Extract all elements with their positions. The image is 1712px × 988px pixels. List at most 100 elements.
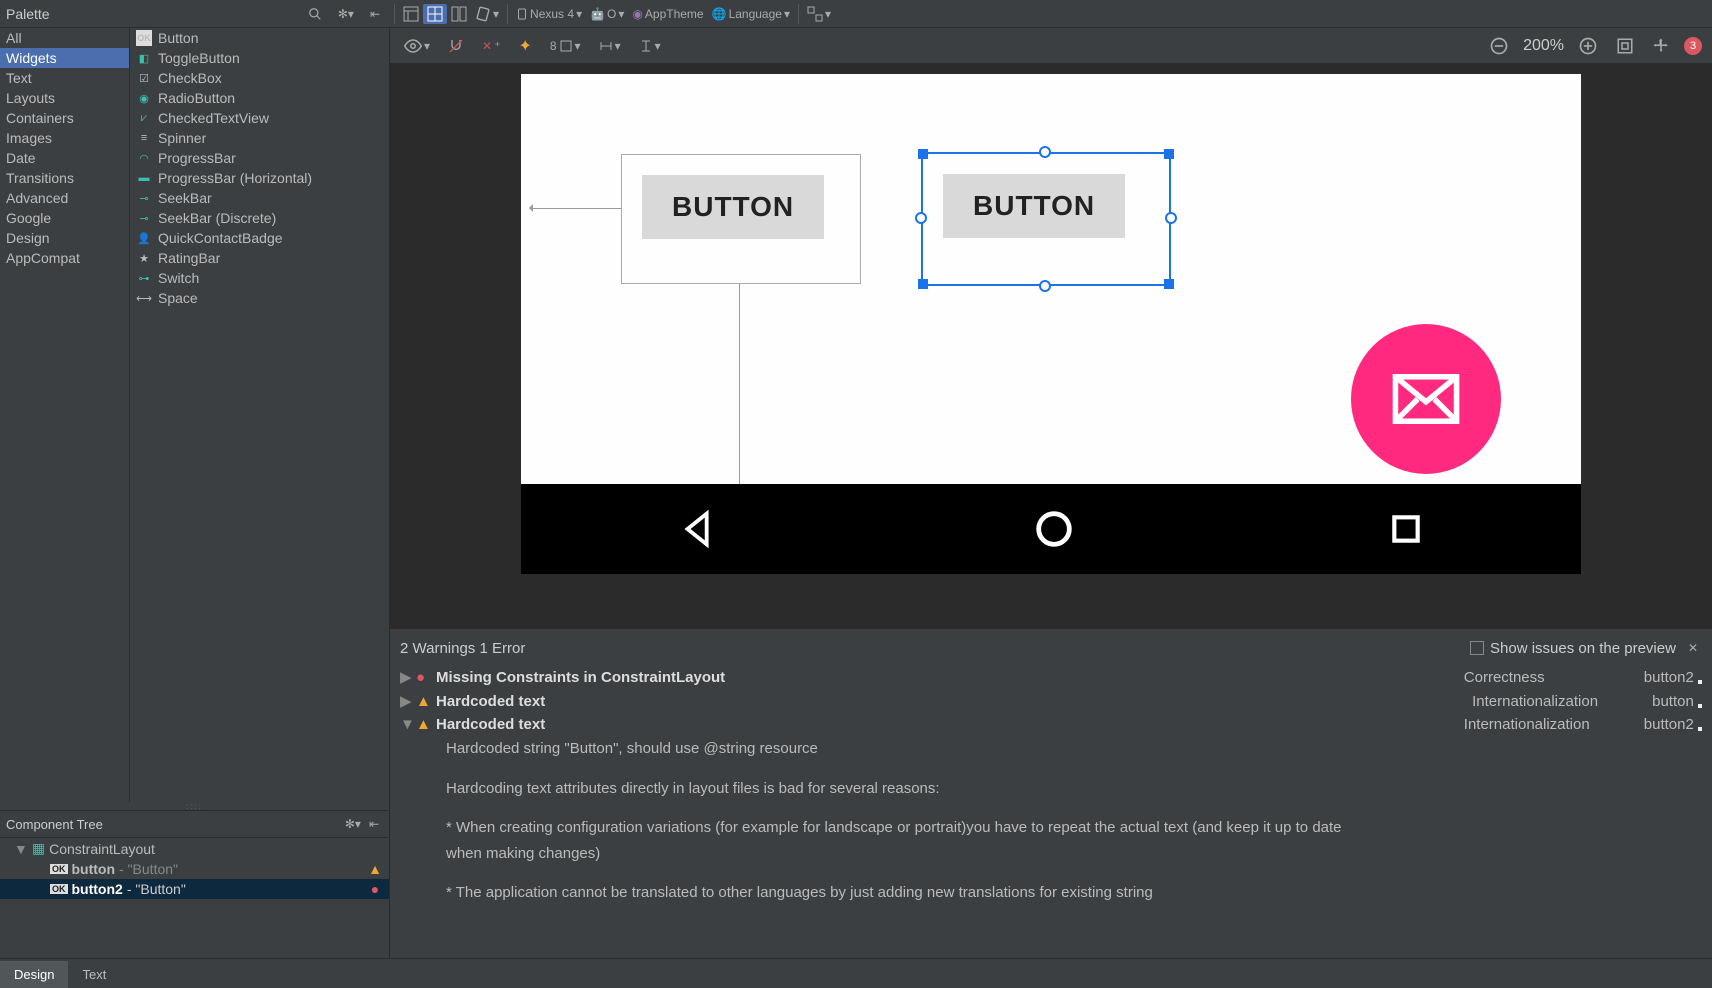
palette-widget-togglebutton[interactable]: ◧ToggleButton <box>130 48 389 68</box>
preview-button-1[interactable]: BUTTON <box>642 175 824 239</box>
eye-icon[interactable]: ▾ <box>400 35 434 57</box>
tab-text[interactable]: Text <box>68 961 120 988</box>
palette-widget-radiobutton[interactable]: ◉RadioButton <box>130 88 389 108</box>
palette-widget-seekbar-discrete-[interactable]: ⊸SeekBar (Discrete) <box>130 208 389 228</box>
nav-back-icon[interactable] <box>676 506 722 552</box>
palette-search-icon[interactable] <box>304 5 326 23</box>
zoom-label: 200% <box>1523 37 1564 55</box>
palette-widget-space[interactable]: ⟷Space <box>130 288 389 308</box>
view-design-icon[interactable] <box>399 4 423 24</box>
preview-button-2[interactable]: BUTTON <box>943 174 1125 238</box>
orientation-icon[interactable]: ▾ <box>471 4 503 24</box>
theme-selector[interactable]: ◉AppTheme <box>628 5 707 23</box>
tree-collapse-icon[interactable]: ⇤ <box>365 815 383 833</box>
palette-widget-progressbar-horizontal-[interactable]: ▬ProgressBar (Horizontal) <box>130 168 389 188</box>
tree-item-button[interactable]: OK button - "Button"▲ <box>0 859 389 879</box>
language-label: Language <box>729 7 782 21</box>
palette-gear-icon[interactable]: ✻▾ <box>334 5 358 23</box>
widget-icon: OK <box>136 30 152 46</box>
widget-icon: ≡ <box>136 130 152 146</box>
show-on-preview-checkbox[interactable]: Show issues on the preview <box>1470 640 1676 657</box>
zoom-out-icon[interactable] <box>1485 34 1513 58</box>
component-tree: ▼ ▦ ConstraintLayoutOK button - "Button"… <box>0 838 389 958</box>
button1-frame[interactable]: BUTTON <box>621 154 861 284</box>
palette-category-list: AllWidgetsTextLayoutsContainersImagesDat… <box>0 28 130 802</box>
nav-home-icon[interactable] <box>1031 506 1077 552</box>
widget-icon: ◠ <box>136 150 152 166</box>
canvas[interactable]: BUTTON BUTTON <box>390 64 1712 628</box>
widget-icon: ⊸ <box>136 190 152 206</box>
palette-widget-progressbar[interactable]: ◠ProgressBar <box>130 148 389 168</box>
nav-recent-icon[interactable] <box>1386 509 1426 549</box>
constraint-arrow-vertical <box>739 284 740 514</box>
error-count-badge[interactable]: 3 <box>1684 37 1702 55</box>
palette-widget-list: OKButton◧ToggleButton☑CheckBox◉RadioButt… <box>130 28 389 802</box>
issues-panel: 2 Warnings 1 Error Show issues on the pr… <box>390 628 1712 958</box>
selection-frame[interactable]: BUTTON <box>921 152 1171 286</box>
palette-category-all[interactable]: All <box>0 28 129 48</box>
palette-widget-checkedtextview[interactable]: ⩗CheckedTextView <box>130 108 389 128</box>
variants-icon[interactable]: ▾ <box>803 4 835 24</box>
palette-category-containers[interactable]: Containers <box>0 108 129 128</box>
palette-collapse-icon[interactable]: ⇤ <box>366 5 384 23</box>
mail-icon <box>1391 374 1461 424</box>
palette-category-images[interactable]: Images <box>0 128 129 148</box>
view-blueprint-icon[interactable] <box>423 4 447 24</box>
fab-email-button[interactable] <box>1351 324 1501 474</box>
zoom-in-icon[interactable] <box>1574 34 1602 58</box>
infer-constraints-icon[interactable]: ✦ <box>514 34 535 58</box>
issue-row[interactable]: ▶▲Hardcoded textInternationalizationbutt… <box>400 689 1702 713</box>
margin-selector[interactable]: 8 ▾ <box>546 37 585 55</box>
magnet-icon[interactable] <box>444 36 468 56</box>
palette-category-widgets[interactable]: Widgets <box>0 48 129 68</box>
widget-icon: 👤 <box>136 230 152 246</box>
palette-widget-ratingbar[interactable]: ★RatingBar <box>130 248 389 268</box>
palette-category-text[interactable]: Text <box>0 68 129 88</box>
tree-root[interactable]: ▼ ▦ ConstraintLayout <box>0 838 389 859</box>
issue-detail: Hardcoded string "Button", should use @s… <box>446 736 1346 920</box>
widget-icon: ◧ <box>136 50 152 66</box>
tree-item-button2[interactable]: OK button2 - "Button"● <box>0 879 389 899</box>
issue-row[interactable]: ▶●Missing Constraints in ConstraintLayou… <box>400 665 1702 689</box>
theme-label: AppTheme <box>645 7 704 21</box>
pan-icon[interactable] <box>1648 35 1674 57</box>
api-label: O <box>607 7 616 21</box>
palette-widget-checkbox[interactable]: ☑CheckBox <box>130 68 389 88</box>
component-tree-title: Component Tree <box>6 817 341 832</box>
android-navbar <box>521 484 1581 574</box>
design-toolbar: ▾ ✕⁺ ✦ 8 ▾ ▾ ▾ 200% 3 <box>390 28 1712 64</box>
widget-icon: ☑ <box>136 70 152 86</box>
palette-category-google[interactable]: Google <box>0 208 129 228</box>
palette-category-transitions[interactable]: Transitions <box>0 168 129 188</box>
constraint-arrow-horizontal <box>531 208 621 209</box>
palette-category-layouts[interactable]: Layouts <box>0 88 129 108</box>
resize-handle[interactable]: :::: <box>0 802 389 810</box>
issue-row[interactable]: ▼▲Hardcoded textInternationalizationbutt… <box>400 713 1702 736</box>
palette-category-advanced[interactable]: Advanced <box>0 188 129 208</box>
palette-widget-spinner[interactable]: ≡Spinner <box>130 128 389 148</box>
palette-widget-switch[interactable]: ⊶Switch <box>130 268 389 288</box>
pack-icon[interactable]: ▾ <box>635 37 665 55</box>
palette-category-date[interactable]: Date <box>0 148 129 168</box>
palette-category-design[interactable]: Design <box>0 228 129 248</box>
palette-widget-button[interactable]: OKButton <box>130 28 389 48</box>
close-issues-icon[interactable]: ✕ <box>1684 639 1702 657</box>
widget-icon: ⟷ <box>136 290 152 306</box>
widget-icon: ⊸ <box>136 210 152 226</box>
palette-category-appcompat[interactable]: AppCompat <box>0 248 129 268</box>
device-selector[interactable]: Nexus 4▾ <box>512 4 586 24</box>
zoom-fit-icon[interactable] <box>1612 35 1638 57</box>
bias-icon[interactable]: ▾ <box>595 37 625 55</box>
language-selector[interactable]: 🌐Language▾ <box>708 5 794 23</box>
view-both-icon[interactable] <box>447 4 471 24</box>
tree-gear-icon[interactable]: ✻▾ <box>341 815 365 833</box>
issues-summary: 2 Warnings 1 Error <box>400 640 1470 657</box>
api-selector[interactable]: 🤖O▾ <box>586 5 628 23</box>
palette-widget-quickcontactbadge[interactable]: 👤QuickContactBadge <box>130 228 389 248</box>
clear-constraints-icon[interactable]: ✕⁺ <box>478 37 504 55</box>
component-tree-header: Component Tree ✻▾ ⇤ <box>0 810 389 838</box>
tab-design[interactable]: Design <box>0 961 68 988</box>
top-toolbar: Palette ✻▾ ⇤ ▾ Nexus 4▾ 🤖O▾ ◉AppTheme 🌐L… <box>0 0 1712 28</box>
palette-widget-seekbar[interactable]: ⊸SeekBar <box>130 188 389 208</box>
widget-icon: ★ <box>136 250 152 266</box>
